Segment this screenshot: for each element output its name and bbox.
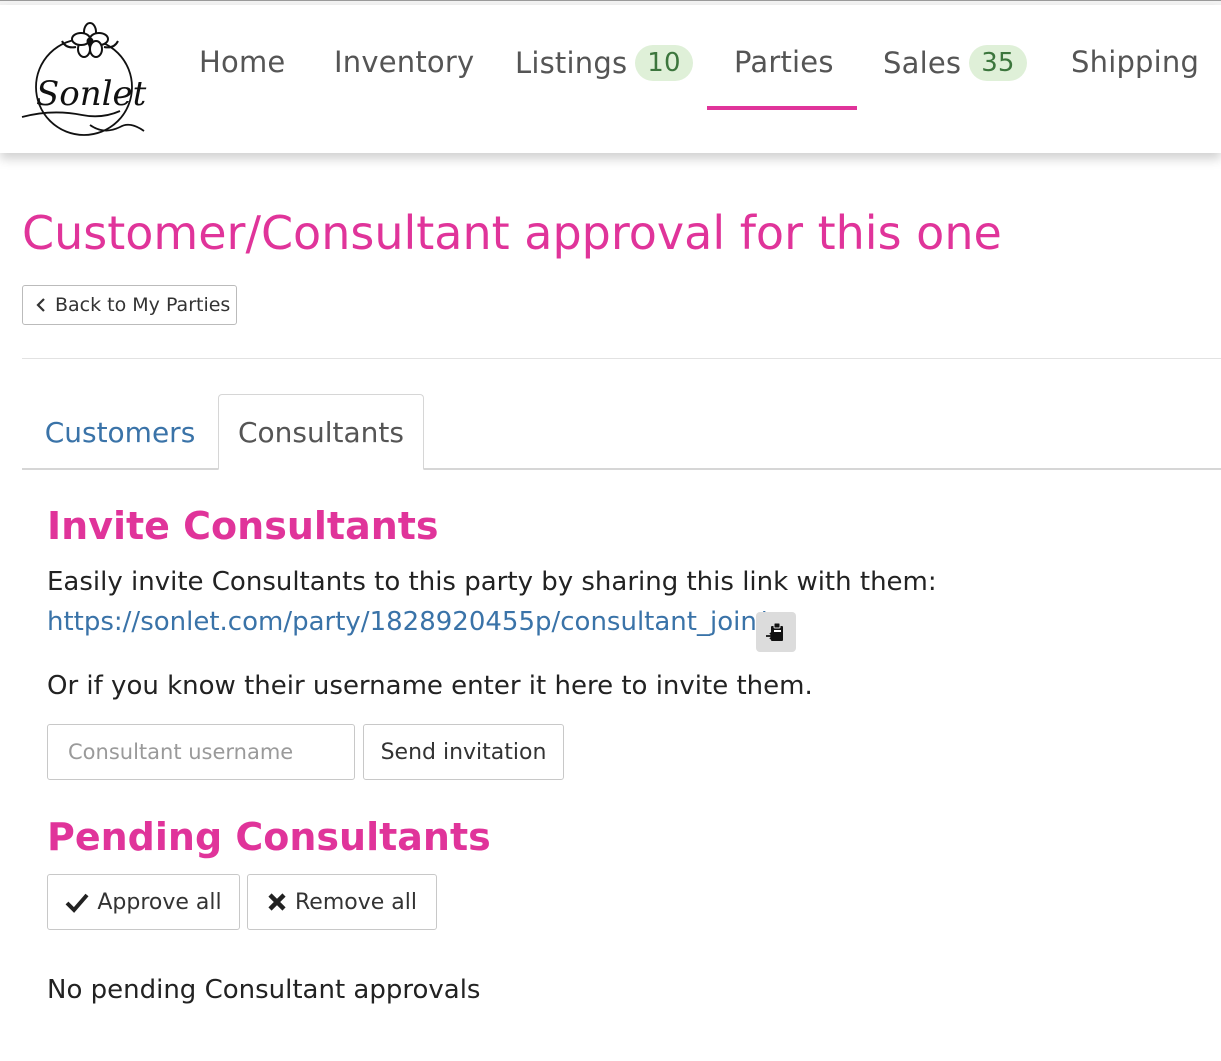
no-pending-message: No pending Consultant approvals	[47, 975, 481, 1005]
listings-count-badge: 10	[635, 45, 693, 81]
approve-all-label: Approve all	[97, 889, 222, 915]
tabs-baseline	[22, 468, 1221, 470]
nav-listings-label: Listings	[515, 46, 628, 80]
top-navbar: Sonlet Home Inventory Listings 10 Partie…	[0, 5, 1221, 153]
send-invitation-button[interactable]: Send invitation	[363, 724, 564, 780]
remove-all-button[interactable]: Remove all	[247, 874, 437, 930]
nav-sales-label: Sales	[883, 46, 962, 80]
sales-count-badge: 35	[969, 45, 1027, 81]
nav-home[interactable]: Home	[199, 45, 285, 79]
nav-shipping-label: Shipping	[1071, 45, 1200, 79]
tab-customers-label: Customers	[44, 415, 196, 449]
copy-link-button[interactable]	[756, 612, 796, 652]
sonlet-logo-icon: Sonlet	[21, 22, 147, 136]
username-prompt-text: Or if you know their username enter it h…	[47, 671, 813, 701]
nav-inventory[interactable]: Inventory	[334, 45, 474, 79]
svg-text:Sonlet: Sonlet	[36, 74, 147, 114]
tab-customers[interactable]: Customers	[30, 394, 210, 470]
nav-home-label: Home	[199, 45, 286, 79]
divider	[22, 358, 1221, 359]
clipboard-icon	[766, 622, 783, 641]
nav-shipping[interactable]: Shipping	[1071, 45, 1199, 79]
tab-consultants[interactable]: Consultants	[218, 394, 424, 470]
tab-consultants-label: Consultants	[238, 415, 404, 449]
send-invitation-label: Send invitation	[380, 739, 547, 765]
sonlet-logo[interactable]: Sonlet	[20, 17, 150, 142]
nav-sales[interactable]: Sales 35	[883, 45, 1027, 81]
nav-inventory-label: Inventory	[334, 45, 475, 79]
invite-intro-text: Easily invite Consultants to this party …	[47, 567, 937, 597]
chevron-left-icon	[36, 298, 45, 312]
nav-parties[interactable]: Parties	[734, 45, 834, 79]
approve-all-button[interactable]: Approve all	[47, 874, 240, 930]
back-to-parties-button[interactable]: Back to My Parties	[22, 285, 237, 325]
back-button-label: Back to My Parties	[55, 294, 231, 316]
nav-parties-label: Parties	[734, 45, 834, 79]
page-title: Customer/Consultant approval for this on…	[22, 206, 1002, 260]
pending-consultants-heading: Pending Consultants	[47, 815, 491, 859]
remove-all-label: Remove all	[295, 889, 417, 915]
consultant-join-link[interactable]: https://sonlet.com/party/1828920455p/con…	[47, 607, 766, 637]
nav-listings[interactable]: Listings 10	[515, 45, 693, 81]
invite-consultants-heading: Invite Consultants	[47, 504, 439, 548]
active-nav-indicator	[707, 106, 857, 110]
consultant-username-input[interactable]	[47, 724, 355, 780]
close-icon	[268, 893, 286, 911]
checkmark-icon	[65, 893, 89, 913]
